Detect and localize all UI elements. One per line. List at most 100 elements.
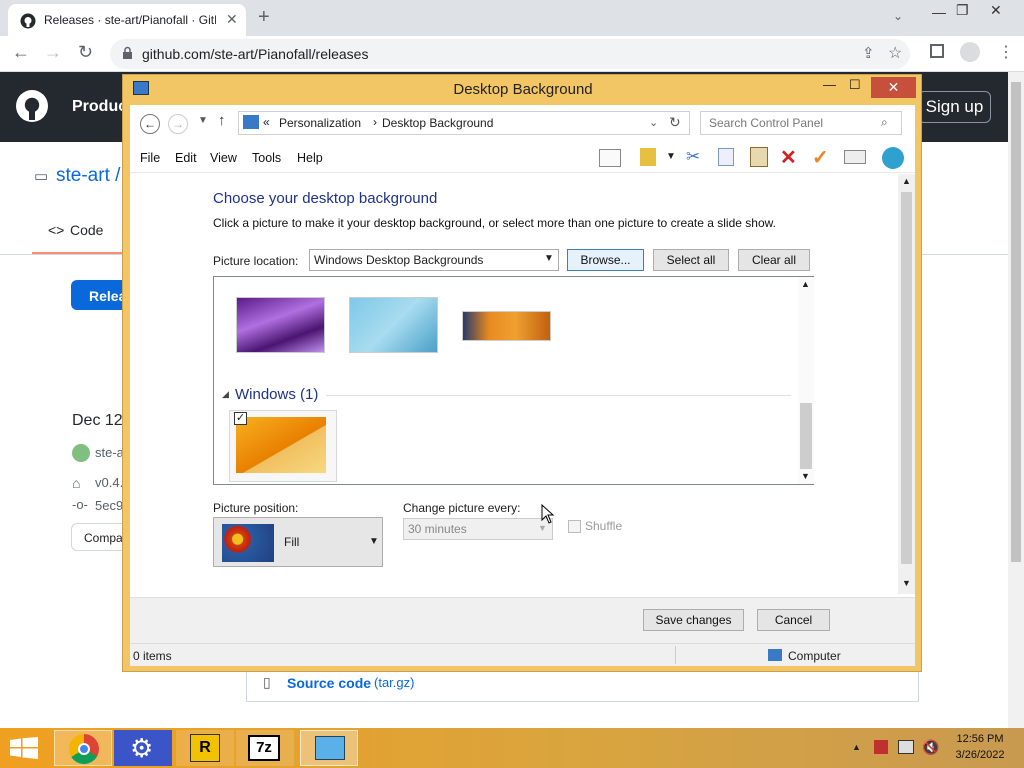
- folder-check-icon[interactable]: [640, 148, 656, 166]
- scroll-down-icon[interactable]: ▼: [801, 471, 810, 481]
- taskbar-7zip[interactable]: 7z: [236, 730, 294, 766]
- shuffle-checkbox[interactable]: [568, 520, 581, 533]
- wallpaper-thumbnail[interactable]: [236, 297, 325, 353]
- breadcrumb-overflow[interactable]: «: [263, 115, 270, 129]
- reload-icon[interactable]: ↻: [78, 42, 93, 63]
- tab-close-icon[interactable]: ✕: [226, 11, 238, 28]
- taskbar-settings[interactable]: ⚙: [114, 730, 172, 766]
- breadcrumb-personalization[interactable]: Personalization: [279, 116, 361, 130]
- zip-file-icon: ▯: [263, 674, 271, 690]
- github-logo-icon[interactable]: [16, 90, 48, 122]
- github-nav-product[interactable]: Produc: [72, 98, 127, 116]
- browser-tab[interactable]: Releases · ste-art/Pianofall · GitH ✕: [8, 4, 246, 36]
- side-panel-icon[interactable]: [930, 44, 944, 58]
- taskbar-rockstar[interactable]: R: [176, 730, 234, 766]
- github-tab-code[interactable]: Code: [70, 222, 103, 238]
- selected-wallpaper-tile[interactable]: ✓: [229, 410, 337, 482]
- breadcrumb-desktop-background[interactable]: Desktop Background: [382, 116, 493, 130]
- profile-avatar-icon[interactable]: [960, 42, 980, 62]
- tab-search-chevron-icon[interactable]: ⌄: [893, 9, 903, 23]
- address-bar[interactable]: github.com/ste-art/Pianofall/releases ⇪ …: [110, 39, 910, 69]
- window-minimize-icon[interactable]: —: [823, 77, 836, 92]
- release-commit[interactable]: 5ec9: [95, 498, 123, 513]
- browse-button[interactable]: Browse...: [567, 249, 644, 271]
- picture-list-scrollbar[interactable]: ▲ ▼: [798, 277, 814, 484]
- new-tab-icon[interactable]: +: [258, 6, 270, 29]
- copy-icon[interactable]: [718, 148, 734, 166]
- preview-pane-icon[interactable]: [599, 149, 621, 167]
- minimize-icon[interactable]: —: [932, 4, 946, 20]
- scroll-up-icon[interactable]: ▲: [801, 279, 810, 289]
- delete-icon[interactable]: ✕: [780, 145, 797, 170]
- save-changes-button[interactable]: Save changes: [643, 609, 744, 631]
- properties-check-icon[interactable]: ✓: [812, 145, 829, 170]
- forward-icon[interactable]: →: [168, 114, 188, 134]
- cut-icon[interactable]: ✂: [686, 147, 700, 167]
- back-arrow-icon[interactable]: ←: [12, 42, 30, 63]
- restore-icon[interactable]: ❐: [956, 2, 969, 19]
- collapse-group-icon[interactable]: ◢: [222, 389, 229, 400]
- taskbar-clock[interactable]: 12:56 PM 3/26/2022: [950, 733, 1010, 761]
- volume-muted-icon[interactable]: 🔇: [922, 739, 939, 756]
- refresh-icon[interactable]: ↻: [669, 114, 681, 131]
- release-tag[interactable]: v0.4.: [95, 475, 123, 490]
- picture-position-select[interactable]: Fill ▼: [213, 517, 383, 567]
- wallpaper-thumbnail[interactable]: [349, 297, 438, 353]
- scroll-up-icon[interactable]: ▲: [902, 176, 911, 186]
- wallpaper-thumbnail[interactable]: [236, 417, 326, 473]
- cancel-button[interactable]: Cancel: [757, 609, 830, 631]
- scrollbar-thumb[interactable]: [1011, 82, 1021, 562]
- menu-edit[interactable]: Edit: [175, 151, 197, 165]
- show-hidden-icons[interactable]: ▲: [852, 742, 861, 752]
- search-control-panel-input[interactable]: Search Control Panel ⌕: [700, 111, 902, 135]
- close-window-icon[interactable]: ✕: [990, 2, 1002, 19]
- more-menu-icon[interactable]: ⋮: [998, 42, 1014, 62]
- chevron-down-icon: ▼: [369, 536, 379, 547]
- change-picture-select[interactable]: 30 minutes ▼: [403, 518, 553, 540]
- scrollbar-thumb[interactable]: [800, 403, 812, 469]
- picture-location-select[interactable]: Windows Desktop Backgrounds ▼: [309, 249, 559, 271]
- source-code-link[interactable]: Source code: [287, 675, 371, 691]
- breadcrumb-separator: ›: [373, 115, 377, 129]
- forward-arrow-icon[interactable]: →: [44, 42, 62, 63]
- dropdown-arrow-icon[interactable]: ▼: [666, 151, 676, 162]
- page-scrollbar[interactable]: [1008, 72, 1024, 728]
- window-icon[interactable]: [844, 150, 866, 164]
- desktop-background-window: Desktop Background — ☐ ✕ ← → ▼ ↑ « Perso…: [122, 74, 922, 672]
- rockstar-icon: R: [190, 734, 220, 762]
- window-maximize-icon[interactable]: ☐: [849, 77, 861, 93]
- commit-icon: -o-: [72, 497, 88, 512]
- taskbar-control-panel[interactable]: [300, 730, 358, 766]
- menu-view[interactable]: View: [210, 151, 237, 165]
- group-label-windows[interactable]: Windows (1): [235, 386, 318, 403]
- action-center-icon[interactable]: [874, 740, 888, 754]
- help-globe-icon[interactable]: [882, 147, 904, 169]
- paste-icon[interactable]: [750, 147, 768, 167]
- wallpaper-thumbnail[interactable]: [462, 311, 551, 341]
- scrollbar-thumb[interactable]: [901, 192, 912, 564]
- recent-dropdown-icon[interactable]: ▼: [198, 115, 208, 126]
- chrome-center: [78, 743, 90, 755]
- release-author[interactable]: ste-a: [95, 445, 124, 460]
- window-close-button[interactable]: ✕: [871, 77, 916, 98]
- windows-start-icon[interactable]: [10, 737, 38, 759]
- breadcrumb-dropdown-icon[interactable]: ⌄: [649, 116, 658, 129]
- content-scrollbar[interactable]: ▲ ▼: [898, 174, 915, 594]
- select-all-button[interactable]: Select all: [653, 249, 729, 271]
- clear-all-button[interactable]: Clear all: [738, 249, 810, 271]
- share-icon[interactable]: ⇪: [862, 44, 875, 62]
- github-repo-link[interactable]: ste-art /: [56, 165, 120, 187]
- dialog-footer: Save changes Cancel: [130, 597, 915, 643]
- up-arrow-icon[interactable]: ↑: [218, 112, 226, 129]
- scroll-down-icon[interactable]: ▼: [902, 578, 911, 588]
- menu-help[interactable]: Help: [297, 151, 323, 165]
- bookmark-star-icon[interactable]: ☆: [888, 43, 902, 63]
- network-icon[interactable]: [898, 740, 914, 754]
- menu-tools[interactable]: Tools: [252, 151, 281, 165]
- taskbar-chrome[interactable]: [54, 730, 112, 766]
- back-icon[interactable]: ←: [140, 114, 160, 134]
- github-sign-up-button[interactable]: Sign up: [918, 91, 991, 123]
- wallpaper-checkbox[interactable]: ✓: [234, 412, 247, 425]
- menu-file[interactable]: File: [140, 151, 160, 165]
- breadcrumb-bar[interactable]: « Personalization › Desktop Background ⌄…: [238, 111, 690, 135]
